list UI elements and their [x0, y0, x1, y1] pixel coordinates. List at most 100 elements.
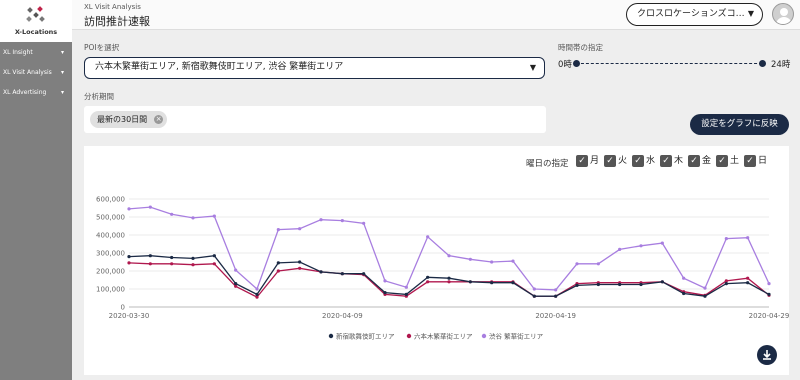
data-point [234, 268, 238, 272]
download-button[interactable] [757, 345, 777, 365]
legend-marker [328, 333, 334, 339]
data-point [746, 281, 750, 285]
data-point [212, 262, 216, 266]
data-point [148, 205, 152, 209]
data-point [404, 292, 408, 296]
visits-line-chart: 0 100,000 200,000 300,000 400,000 500,000 600,… [96, 196, 789, 341]
sidebar-item-xl-visit-analysis[interactable]: XL Visit Analysis ▾ [0, 65, 72, 81]
x-tick-label: 2020-04-09 [322, 312, 363, 320]
org-label: クロスロケーションズコ… [637, 9, 745, 19]
poi-label: POIを選択 [84, 43, 120, 52]
period-label: 分析期間 [84, 92, 114, 101]
data-point [276, 269, 280, 273]
logo-mark-icon [26, 6, 45, 22]
data-point [298, 260, 302, 264]
checkbox-checked-icon: ✓ [604, 155, 616, 167]
weekday-text: 月 [590, 156, 600, 166]
download-icon [763, 350, 771, 360]
data-point [255, 287, 259, 291]
series-line [128, 262, 770, 298]
data-point [703, 294, 707, 298]
avatar-body-shape [776, 17, 792, 24]
data-point [511, 281, 515, 285]
data-point [170, 212, 174, 216]
checkbox-checked-icon: ✓ [660, 155, 672, 167]
close-icon[interactable]: × [154, 115, 164, 124]
data-point [127, 255, 131, 259]
time-slider-track[interactable] [576, 63, 762, 64]
sidebar-item-xl-advertising[interactable]: XL Advertising ▾ [0, 85, 72, 101]
data-point [148, 254, 152, 258]
data-point [575, 283, 579, 287]
poi-value: 六本木繁華街エリア, 新宿歌舞伎町エリア, 渋谷 繁華街エリア [95, 62, 344, 72]
app-name: XL Visit Analysis [84, 3, 141, 11]
period-chip[interactable]: 最新の30日間 × [90, 111, 168, 128]
data-point [191, 216, 195, 220]
weekday-text: 日 [758, 156, 768, 166]
data-point [234, 282, 238, 286]
data-point [212, 254, 216, 258]
data-point [362, 272, 366, 276]
data-point [490, 260, 494, 264]
data-point [511, 259, 515, 263]
y-tick-label: 0 [121, 304, 125, 312]
y-tick-label: 600,000 [96, 196, 125, 204]
legend-label: 六本木繁華街エリア [414, 332, 473, 341]
data-point [490, 281, 494, 285]
x-tick-label: 2020-04-29 [749, 312, 789, 320]
y-tick-label: 300,000 [96, 250, 125, 258]
legend-marker [481, 333, 487, 339]
data-point [362, 221, 366, 225]
data-point [383, 279, 387, 283]
org-dropdown[interactable]: クロスロケーションズコ… ▼ [626, 3, 763, 26]
sidebar: X-Locations XL Insight ▾ XL Visit Analys… [0, 0, 72, 380]
poi-select[interactable]: 六本木繁華街エリア, 新宿歌舞伎町エリア, 渋谷 繁華街エリア ▼ [84, 57, 545, 79]
apply-button[interactable]: 設定をグラフに反映 [690, 114, 789, 135]
time-label: 時間帯の指定 [558, 43, 603, 52]
data-point [724, 282, 728, 286]
legend-marker [406, 333, 412, 339]
data-point [596, 262, 600, 266]
weekday-text: 水 [646, 156, 656, 166]
data-point [426, 280, 430, 284]
weekday-text: 火 [618, 156, 628, 166]
time-min-label: 0時 [558, 60, 572, 70]
sidebar-item-label: XL Insight [3, 49, 33, 56]
logo-text: X-Locations [14, 28, 58, 36]
sidebar-item-label: XL Advertising [3, 89, 47, 96]
data-point [639, 244, 643, 248]
data-point [212, 214, 216, 218]
data-point [532, 294, 536, 298]
chevron-down-icon: ▾ [60, 69, 64, 76]
data-point [447, 254, 451, 258]
data-point [682, 276, 686, 280]
data-point [767, 292, 771, 296]
data-point [298, 266, 302, 270]
period-field[interactable]: 最新の30日間 × [84, 106, 546, 133]
avatar-head-shape [780, 8, 788, 16]
data-point [447, 280, 451, 284]
data-point [276, 261, 280, 265]
checkbox-checked-icon: ✓ [744, 155, 756, 167]
data-point [746, 236, 750, 240]
data-point [191, 263, 195, 267]
data-point [148, 262, 152, 266]
chevron-down-icon: ▾ [60, 49, 64, 56]
y-tick-label: 400,000 [96, 232, 125, 240]
chevron-down-icon: ▾ [60, 89, 64, 96]
time-slider-start-handle[interactable] [573, 60, 580, 67]
time-slider-end-handle[interactable] [759, 60, 766, 67]
checkbox-checked-icon: ✓ [716, 155, 728, 167]
weekday-label: 曜日の指定 [526, 159, 569, 169]
data-point [276, 228, 280, 232]
time-max-label: 24時 [771, 60, 791, 70]
avatar[interactable] [772, 3, 794, 25]
data-point [319, 270, 323, 274]
checkbox-checked-icon: ✓ [576, 155, 588, 167]
data-point [404, 285, 408, 289]
logo[interactable]: X-Locations [0, 0, 72, 42]
data-point [767, 282, 771, 286]
data-point [746, 276, 750, 280]
data-point [383, 291, 387, 295]
sidebar-item-xl-insight[interactable]: XL Insight ▾ [0, 45, 72, 61]
